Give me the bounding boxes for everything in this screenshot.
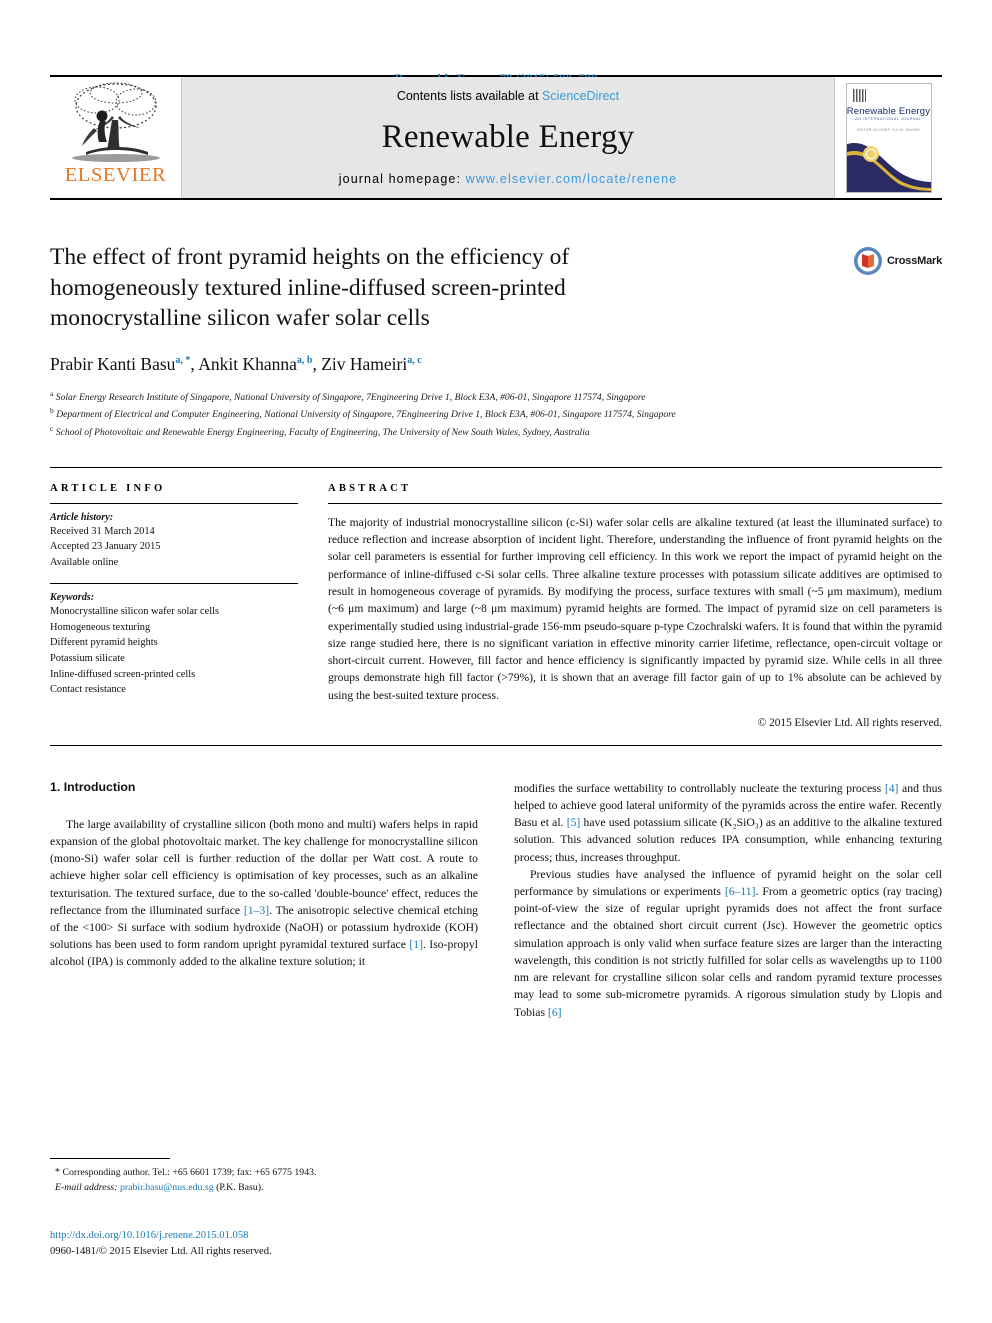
abstract-column: ABSTRACT The majority of industrial mono… [328,468,942,729]
author-affil-mark: a, b [296,354,313,366]
journal-banner-center: Contents lists available at ScienceDirec… [182,77,834,198]
elsevier-wordmark: ELSEVIER [64,164,167,186]
citation-ref[interactable]: [1–3] [244,904,269,917]
author-affil-mark: a, * [175,354,191,366]
abstract-copyright: © 2015 Elsevier Ltd. All rights reserved… [757,716,942,729]
doi-link[interactable]: http://dx.doi.org/10.1016/j.renene.2015.… [50,1228,550,1244]
journal-cover-thumbnail: Renewable Energy AN INTERNATIONAL JOURNA… [845,82,932,193]
author-name: Ziv Hameiri [321,353,408,374]
affiliation-text: School of Photovoltaic and Renewable Ene… [55,427,590,439]
affiliation-text: Department of Electrical and Computer En… [56,409,676,421]
keyword-item: Homogeneous texturing [50,621,151,633]
doi-block: http://dx.doi.org/10.1016/j.renene.2015.… [50,1228,550,1260]
article-info-heading: ARTICLE INFO [50,482,166,494]
journal-cover-block: Renewable Energy AN INTERNATIONAL JOURNA… [834,77,942,198]
corresponding-author-footnote: * Corresponding author. Tel.: +65 6601 1… [50,1158,478,1195]
keyword-item: Monocrystalline silicon wafer solar cell… [50,606,220,618]
cover-qr-icon [852,88,866,102]
affiliation-item: c School of Photovoltaic and Renewable E… [50,423,942,441]
journal-homepage-line: journal homepage: www.elsevier.com/locat… [339,172,677,186]
keyword-item: Contact resistance [50,684,126,696]
cover-title: Renewable Energy [846,105,931,117]
history-item: Accepted 23 January 2015 [50,541,161,553]
asterisk-icon: * [55,1167,60,1178]
abstract-heading: ABSTRACT [328,482,412,494]
paper-page: Renewable Energy 78 (2015) 590–598 [0,0,992,1323]
affiliation-list: a Solar Energy Research Institute of Sin… [50,388,942,441]
keyword-item: Inline-diffused screen-printed cells [50,668,196,680]
affiliation-mark: a [50,388,54,398]
contents-available-line: Contents lists available at ScienceDirec… [397,89,619,103]
author-name: Prabir Kanti Basu [50,353,176,374]
sciencedirect-link[interactable]: ScienceDirect [542,89,619,103]
keywords-label: Keywords: [50,592,95,604]
title-block: The effect of front pyramid heights on t… [50,242,942,334]
paragraph-text: modifies the surface wettability to cont… [514,781,885,795]
keywords-block: Keywords: Monocrystalline silicon wafer … [50,584,298,711]
section-number: 1. [50,779,61,794]
keyword-item: Different pyramid heights [50,637,158,649]
footnote-text: Corresponding author. Tel.: +65 6601 173… [62,1167,317,1178]
affiliation-item: b Department of Electrical and Computer … [50,405,942,423]
elsevier-tree-icon [71,82,160,162]
journal-homepage-link[interactable]: www.elsevier.com/locate/renene [466,172,678,186]
section-divider [50,744,942,746]
paragraph-text: The large availability of crystalline si… [50,817,478,917]
keyword-item: Potassium silicate [50,652,125,664]
email-link[interactable]: prabir.basu@nus.edu.sg [120,1182,214,1193]
abstract-text: The majority of industrial monocrystalli… [328,515,942,702]
email-owner: (P.K. Basu). [216,1181,264,1193]
paragraph: modifies the surface wettability to cont… [514,780,942,866]
author-list: Prabir Kanti Basua, *, Ankit Khannaa, b,… [50,353,422,374]
page-title: The effect of front pyramid heights on t… [50,244,570,332]
author-name: Ankit Khanna [198,353,297,374]
history-item: Available online [50,556,119,568]
history-item: Received 31 March 2014 [50,525,155,537]
citation-ref[interactable]: [1] [409,938,423,951]
cover-subtitle: AN INTERNATIONAL JOURNAL [855,116,922,121]
publisher-logo-block: ELSEVIER [50,77,182,198]
article-history-label: Article history: [50,511,114,523]
citation-ref[interactable]: [4] [885,782,899,795]
section-name: Introduction [63,779,136,794]
citation-ref[interactable]: [6] [548,1006,562,1019]
crossmark-badge[interactable]: CrossMark [846,242,942,334]
email-label: E-mail address: [55,1181,118,1193]
homepage-prefix: journal homepage: [338,172,466,186]
citation-ref[interactable]: [5] [567,816,581,829]
citation-ref[interactable]: [6–11] [725,885,756,898]
cover-wave-graphic [846,142,931,192]
affiliation-text: Solar Energy Research Institute of Singa… [55,391,646,403]
section-heading-introduction: 1. Introduction [50,780,478,794]
crossmark-label: CrossMark [886,255,942,267]
info-abstract-section: ARTICLE INFO Article history: Received 3… [50,466,942,729]
body-columns: 1. Introduction The large availability o… [50,780,942,1021]
article-info-column: ARTICLE INFO Article history: Received 3… [50,468,298,729]
footnote-corresponding-line: * Corresponding author. Tel.: +65 6601 1… [50,1165,478,1181]
paragraph: The large availability of crystalline si… [50,816,478,971]
footnote-divider [50,1158,170,1159]
paragraph-text: . From a geometric optics (ray tracing) … [514,885,942,1019]
affiliation-mark: b [50,406,54,416]
affiliation-mark: c [50,424,54,434]
running-head: Renewable Energy 78 (2015) 590–598 [50,0,942,86]
author-affil-mark: a, c [407,354,422,366]
journal-banner: ELSEVIER Contents lists available at Sci… [50,75,942,200]
crossmark-icon [853,247,882,275]
contents-prefix: Contents lists available at [396,89,543,103]
article-history-block: Article history: Received 31 March 2014 … [50,504,298,583]
cover-emblem-icon [862,145,879,162]
journal-title: Renewable Energy [381,119,635,155]
body-column-left: 1. Introduction The large availability o… [50,780,478,1021]
body-column-right: modifies the surface wettability to cont… [514,780,942,1021]
affiliation-item: a Solar Energy Research Institute of Sin… [50,388,942,406]
issn-copyright: 0960-1481/© 2015 Elsevier Ltd. All right… [50,1245,272,1257]
footnote-email-line: E-mail address: prabir.basu@nus.edu.sg (… [50,1181,478,1196]
paragraph: Previous studies have analysed the influ… [514,866,942,1021]
